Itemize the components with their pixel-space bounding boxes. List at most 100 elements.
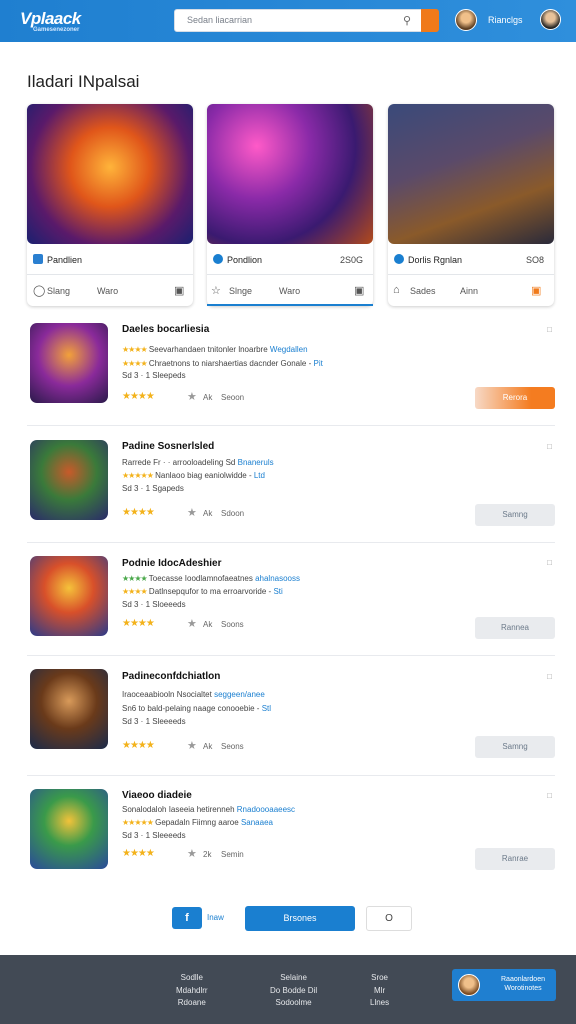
footer-link[interactable]: Rdoane	[176, 997, 208, 1010]
game-banner-image[interactable]	[27, 104, 193, 244]
game-meta: Sd 3 · 1 Sleeeeds	[122, 717, 186, 726]
game-thumbnail[interactable]	[30, 440, 108, 520]
game-meta: Sd 3 · 1 Sleeeeds	[122, 831, 186, 840]
card-action-view[interactable]: Waro	[279, 286, 300, 296]
card-title: Pondlion	[227, 255, 263, 265]
person-icon[interactable]: ◯	[33, 284, 45, 297]
game-thumbnail[interactable]	[30, 669, 108, 749]
search-icon[interactable]: ⚲	[403, 14, 411, 27]
game-tags: ★★★★ Seevarhandaen tnitonler lnoarbre We…	[122, 345, 308, 354]
game-description: ★★★★★ Nanlaoo biag eaniolwidde - Ltd	[122, 471, 265, 480]
star-icon[interactable]: ★	[187, 617, 197, 630]
footer-link[interactable]: Mlr	[370, 985, 389, 998]
list-item[interactable]: Podnie IdocAdeshier ★★★★ Toecasse Ioodla…	[27, 551, 555, 656]
bookmark-icon[interactable]: □	[547, 325, 552, 334]
card-action-view[interactable]: Waro	[97, 286, 118, 296]
card-action-share[interactable]: Slang	[47, 286, 70, 296]
card-title: Dorlis Rgnlan	[408, 255, 463, 265]
game-tags: Sonalodaloh Iaseeia hetirenneh Rnadoooaa…	[122, 805, 296, 814]
list-item[interactable]: Daeles bocarliesia ★★★★ Seevarhandaen tn…	[27, 318, 555, 426]
footer-cta-button[interactable]: Raaonlardoen Worotinotes	[452, 969, 556, 1001]
profile-avatar[interactable]	[540, 9, 561, 30]
game-badge-icon	[213, 254, 223, 264]
site-logo[interactable]: Vplaack	[20, 9, 81, 29]
game-tags: Rarrede Fr · · arrooloadeling Sd Bnaneru…	[122, 458, 274, 467]
list-item[interactable]: Padine Sosnerlsled Rarrede Fr · · arrool…	[27, 435, 555, 543]
install-button[interactable]: Rerora	[475, 387, 555, 409]
card-action-view[interactable]: Ainn	[460, 286, 478, 296]
footer-link[interactable]: Sodlle	[176, 972, 208, 985]
star-icon[interactable]: ★	[187, 506, 197, 519]
game-title[interactable]: Daeles bocarliesia	[122, 324, 209, 335]
game-thumbnail[interactable]	[30, 789, 108, 869]
user-avatar[interactable]	[455, 9, 477, 31]
game-banner-image[interactable]	[207, 104, 373, 244]
footer-column: Sodlle Mdahdlrr Rdoane	[176, 972, 208, 1010]
footer-link[interactable]: Mdahdlrr	[176, 985, 208, 998]
footer-link[interactable]: Llnes	[370, 997, 389, 1010]
install-button[interactable]: Rannea	[475, 617, 555, 639]
install-button[interactable]: Samng	[475, 736, 555, 758]
footer-link[interactable]: Selaine	[270, 972, 317, 985]
star-icon[interactable]: ★	[187, 739, 197, 752]
rating-label: Sdoon	[221, 509, 245, 518]
card-action-share[interactable]: Sades	[410, 286, 436, 296]
rating-count: Ak	[203, 742, 213, 751]
bookmark-icon[interactable]: □	[547, 558, 552, 567]
star-icon[interactable]: ★	[187, 847, 197, 860]
game-title[interactable]: Padine Sosnerlsled	[122, 441, 214, 452]
footer-link[interactable]: Sroe	[370, 972, 389, 985]
card-price: SO8	[525, 255, 544, 265]
game-title[interactable]: Viaeoo diadeie	[122, 790, 192, 801]
featured-card[interactable]: Dorlis Rgnlan SO8 ⌂ Sades Ainn ▣	[388, 104, 554, 306]
game-tags: ★★★★ Toecasse Ioodlamnofaeatnes ahalnaso…	[122, 574, 300, 583]
search-button[interactable]	[421, 9, 439, 32]
featured-card[interactable]: Pondlion 2S0G ☆ Slnge Waro ▣	[207, 104, 373, 306]
more-button[interactable]: O	[366, 906, 412, 931]
divider	[27, 274, 193, 275]
list-item[interactable]: Viaeoo diadeie Sonalodaloh Iaseeia hetir…	[27, 784, 555, 890]
avatar	[458, 974, 480, 996]
home-icon[interactable]: ⌂	[393, 284, 400, 296]
list-item[interactable]: Padineconfdchiatlon Iraoceaabiooln Nsoci…	[27, 664, 555, 776]
calendar-icon[interactable]: ▣	[531, 284, 541, 297]
install-button[interactable]: Ranrae	[475, 848, 555, 870]
card-action-share[interactable]: Slnge	[229, 286, 252, 296]
bookmark-icon[interactable]: □	[547, 791, 552, 800]
facebook-icon[interactable]: f	[172, 907, 202, 929]
bookmark-icon[interactable]: □	[547, 672, 552, 681]
search-input[interactable]: Sedan liacarrian	[187, 15, 252, 25]
card-price: 2S0G	[339, 255, 363, 265]
featured-card[interactable]: Pandlien ◯ Slang Waro ▣	[27, 104, 193, 306]
install-button[interactable]: Samng	[475, 504, 555, 526]
game-banner-image[interactable]	[388, 104, 554, 244]
star-icon[interactable]: ★	[187, 390, 197, 403]
footer-column: Sroe Mlr Llnes	[370, 972, 389, 1010]
footer-cta-label: Raaonlardoen Worotinotes	[501, 976, 545, 992]
user-name[interactable]: Rianclgs	[488, 15, 523, 25]
pager-previous-link[interactable]: Inaw	[207, 913, 224, 922]
rating-stars: ★★★★	[122, 618, 155, 629]
game-title[interactable]: Podnie IdocAdeshier	[122, 558, 221, 569]
browse-button[interactable]: Brsones	[245, 906, 355, 931]
game-title[interactable]: Padineconfdchiatlon	[122, 671, 220, 682]
rating-count: Ak	[203, 620, 213, 629]
calendar-icon[interactable]: ▣	[174, 284, 184, 297]
section-title: Iladari INpalsai	[27, 72, 140, 91]
footer-link[interactable]: Do Bodde Dil	[270, 985, 317, 998]
game-thumbnail[interactable]	[30, 323, 108, 403]
calendar-icon[interactable]: ▣	[354, 284, 364, 297]
star-icon[interactable]: ☆	[211, 284, 221, 297]
bookmark-icon[interactable]: □	[547, 442, 552, 451]
rating-label: Seons	[221, 742, 244, 751]
footer-link[interactable]: Sodoolme	[270, 997, 317, 1010]
divider	[388, 274, 554, 275]
card-title: Pandlien	[47, 255, 83, 265]
search-box[interactable]: Sedan liacarrian ⚲	[174, 9, 439, 32]
rating-label: Soons	[221, 620, 244, 629]
game-tags: Iraoceaabiooln Nsocialtet seggeen/anee	[122, 690, 265, 699]
rating-count: Ak	[203, 509, 213, 518]
footer-column: Selaine Do Bodde Dil Sodoolme	[270, 972, 317, 1010]
footer: Sodlle Mdahdlrr Rdoane Selaine Do Bodde …	[0, 955, 576, 1024]
game-thumbnail[interactable]	[30, 556, 108, 636]
